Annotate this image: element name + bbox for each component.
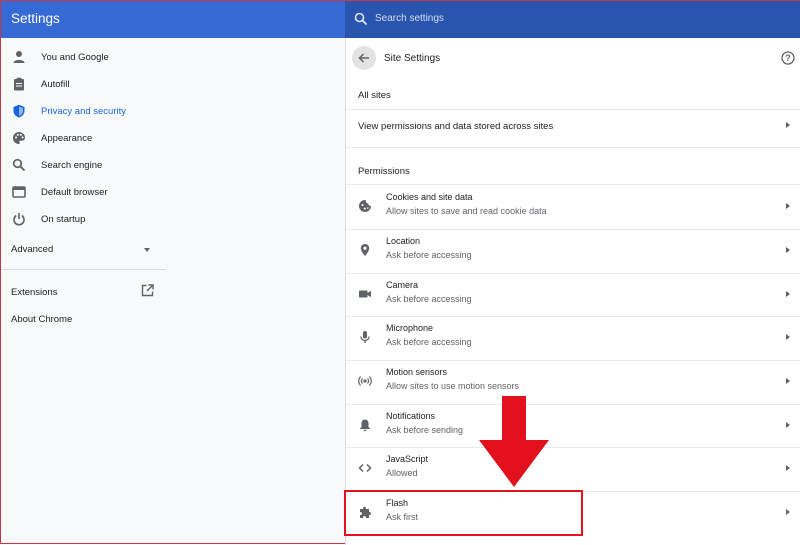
permission-row-camera[interactable]: Camera Ask before accessing [346, 273, 800, 316]
permissions-heading: Permissions [358, 166, 410, 177]
advanced-label: Advanced [11, 244, 54, 255]
palette-icon [13, 132, 25, 144]
chevron-right-icon [786, 422, 790, 428]
permission-subtitle: Allow sites to use motion sensors [386, 381, 520, 391]
search-icon [354, 12, 368, 26]
permission-subtitle: Ask before accessing [386, 294, 472, 304]
divider [346, 109, 800, 110]
sidebar-item-label: Appearance [41, 133, 93, 144]
sidebar-item-you-and-google[interactable]: You and Google [1, 44, 166, 71]
clipboard-icon [14, 77, 24, 91]
app-title: Settings [11, 11, 60, 26]
sidebar-item-label: Default browser [41, 187, 108, 198]
sidebar-item-default-browser[interactable]: Default browser [1, 179, 166, 206]
sidebar-item-autofill[interactable]: Autofill [1, 71, 166, 98]
sidebar-item-label: Search engine [41, 160, 103, 171]
help-icon[interactable]: ? [781, 51, 795, 65]
top-bar: Settings Search settings [1, 1, 800, 38]
bell-icon [360, 419, 370, 432]
permission-row-javascript[interactable]: JavaScript Allowed [346, 447, 800, 490]
arrow-back-icon [358, 53, 369, 63]
permission-title: JavaScript [386, 454, 429, 464]
microphone-icon [360, 331, 370, 343]
sidebar-item-label: On startup [41, 214, 86, 225]
divider [346, 147, 800, 148]
permission-subtitle: Allowed [386, 468, 418, 478]
permission-title: Camera [386, 280, 419, 290]
view-permissions-label: View permissions and data stored across … [358, 121, 554, 132]
sidebar-item-about-chrome[interactable]: About Chrome [1, 305, 166, 332]
cookie-icon [359, 200, 371, 212]
svg-text:?: ? [785, 53, 791, 63]
camera-icon [359, 290, 371, 298]
red-arrow-down-icon [479, 396, 549, 487]
back-button[interactable] [352, 46, 376, 70]
search-input[interactable]: Search settings [375, 13, 444, 24]
permission-row-motion-sensors[interactable]: Motion sensors Allow sites to use motion… [346, 360, 800, 403]
permission-row-microphone[interactable]: Microphone Ask before accessing [346, 316, 800, 359]
power-icon [13, 213, 25, 226]
permission-title: Microphone [386, 323, 434, 333]
chevron-right-icon [786, 291, 790, 297]
sensors-icon [358, 376, 372, 386]
view-permissions-row[interactable]: View permissions and data stored across … [346, 112, 800, 140]
chevron-right-icon [786, 122, 790, 128]
page-title: Site Settings [384, 53, 441, 64]
chevron-right-icon [786, 509, 790, 515]
permission-subtitle: Ask before accessing [386, 337, 472, 347]
sidebar-advanced-toggle[interactable]: Advanced [1, 235, 166, 262]
code-icon [358, 463, 372, 473]
chevron-right-icon [786, 334, 790, 340]
permission-subtitle: Allow sites to save and read cookie data [386, 206, 547, 216]
sidebar-item-label: Privacy and security [41, 106, 127, 117]
sidebar-item-search-engine[interactable]: Search engine [1, 152, 166, 179]
permission-row-notifications[interactable]: Notifications Ask before sending [346, 404, 800, 447]
shield-icon [13, 104, 25, 118]
caret-down-icon [144, 248, 150, 252]
sidebar: You and Google Autofill Privacy and secu… [1, 38, 166, 332]
search-bar[interactable]: Search settings [345, 1, 800, 38]
sidebar-item-label: Autofill [41, 79, 70, 90]
permission-row-location[interactable]: Location Ask before accessing [346, 229, 800, 272]
sidebar-item-label: You and Google [41, 52, 109, 63]
chevron-right-icon [786, 203, 790, 209]
open-in-new-icon [141, 284, 154, 297]
chevron-right-icon [786, 378, 790, 384]
sidebar-item-on-startup[interactable]: On startup [1, 206, 166, 233]
permission-title: Notifications [386, 411, 436, 421]
person-icon [13, 51, 25, 63]
browser-icon [12, 186, 26, 198]
chevron-right-icon [786, 465, 790, 471]
site-settings-panel: Site Settings ? All sites View permissio… [345, 38, 800, 545]
permission-title: Motion sensors [386, 367, 448, 377]
sidebar-item-extensions[interactable]: Extensions [1, 278, 166, 305]
permission-title: Cookies and site data [386, 192, 473, 202]
permission-subtitle: Ask before sending [386, 425, 464, 435]
chevron-right-icon [786, 247, 790, 253]
permission-title: Location [386, 236, 421, 246]
sidebar-divider [1, 269, 166, 270]
about-chrome-label: About Chrome [11, 314, 73, 325]
flash-highlight-box [344, 490, 583, 536]
sidebar-item-privacy-and-security[interactable]: Privacy and security [1, 98, 166, 125]
extensions-label: Extensions [11, 287, 58, 298]
location-pin-icon [360, 244, 370, 256]
sidebar-item-appearance[interactable]: Appearance [1, 125, 166, 152]
search-icon [12, 158, 26, 172]
permission-subtitle: Ask before accessing [386, 250, 472, 260]
permission-row-cookies[interactable]: Cookies and site data Allow sites to sav… [346, 185, 800, 228]
panel-header: Site Settings ? [346, 38, 800, 78]
all-sites-heading: All sites [358, 90, 391, 101]
